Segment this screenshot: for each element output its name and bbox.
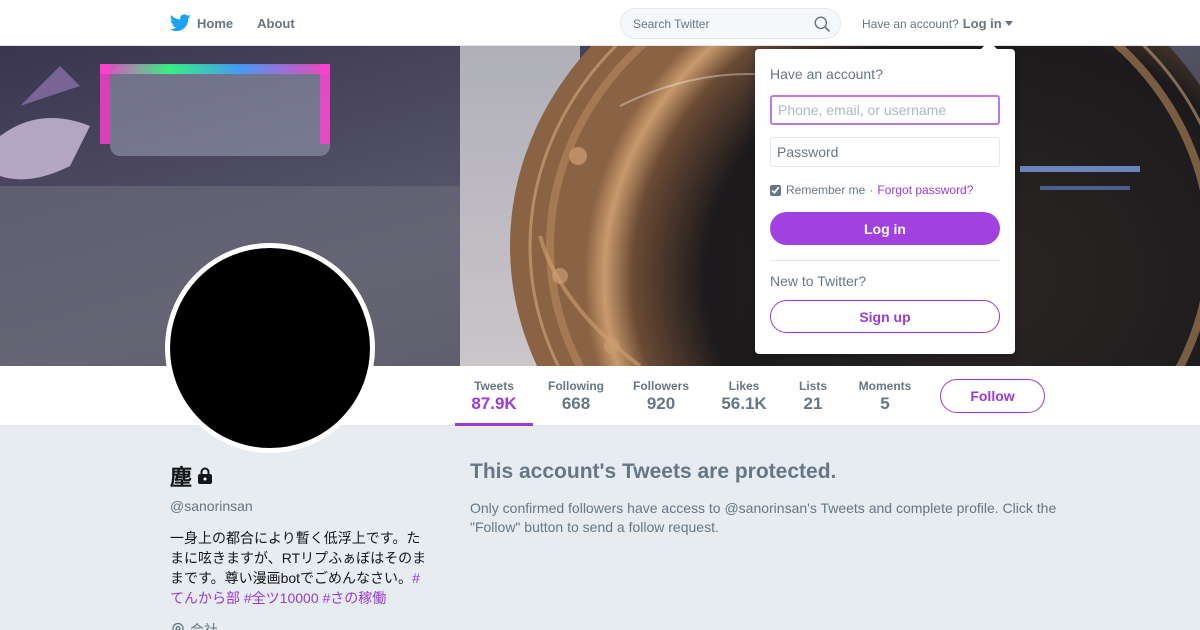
location-row: 会社 xyxy=(170,620,432,630)
remember-row: Remember me · Forgot password? xyxy=(770,183,973,197)
new-to-twitter-label: New to Twitter? xyxy=(770,273,867,289)
login-button[interactable]: Log in xyxy=(770,212,1000,245)
stat-lists[interactable]: Lists 21 xyxy=(792,366,834,426)
nav-home-link[interactable]: Home xyxy=(170,14,233,32)
protected-message: Only confirmed followers have access to … xyxy=(470,500,1057,535)
stat-value: 920 xyxy=(646,394,676,413)
login-menu-link[interactable]: Log in xyxy=(963,16,1013,31)
signup-button[interactable]: Sign up xyxy=(770,300,1000,333)
have-account-label: Have an account? xyxy=(862,16,959,31)
remember-checkbox[interactable] xyxy=(770,184,781,196)
profile-card: 塵 @sanorinsan 一身上の都合により暫く低浮上です。たまに呟きますが、… xyxy=(170,460,432,630)
stat-value: 5 xyxy=(880,394,890,413)
login-menu-label: Log in xyxy=(962,16,1002,31)
stat-value: 21 xyxy=(803,394,823,413)
location-pin-icon xyxy=(172,622,184,630)
username-field[interactable] xyxy=(770,95,1000,125)
protected-heading: This account's Tweets are protected. xyxy=(470,460,837,483)
stat-moments[interactable]: Moments 5 xyxy=(855,366,915,426)
lock-icon xyxy=(198,467,213,484)
stat-likes[interactable]: Likes 56.1K xyxy=(714,366,774,426)
login-dropdown: Have an account? Remember me · Forgot pa… xyxy=(755,41,1015,354)
hashtag-link[interactable]: #さの稼働 xyxy=(323,590,387,606)
stat-label: Tweets xyxy=(474,379,514,393)
nav-about-link[interactable]: About xyxy=(257,16,295,31)
search-box[interactable] xyxy=(620,8,841,39)
stat-value: 668 xyxy=(561,394,591,413)
search-input[interactable] xyxy=(633,16,814,31)
password-field[interactable] xyxy=(770,137,1000,167)
hashtag-link[interactable]: #全ツ10000 xyxy=(244,590,319,606)
remember-label: Remember me xyxy=(786,183,866,197)
forgot-password-link[interactable]: Forgot password? xyxy=(877,183,973,197)
separator-dot: · xyxy=(869,183,874,197)
caret-down-icon xyxy=(1004,21,1013,26)
nav-about-label: About xyxy=(257,15,295,31)
display-name-row: 塵 xyxy=(170,460,432,492)
stat-label: Lists xyxy=(798,379,827,393)
stat-following[interactable]: Following 668 xyxy=(545,366,607,426)
stat-tweets[interactable]: Tweets 87.9K xyxy=(455,366,533,426)
display-name[interactable]: 塵 xyxy=(170,460,192,492)
bio-text: 一身上の都合により暫く低浮上です。たまに呟きますが、RTリプふぁぼはそのままです… xyxy=(170,530,427,586)
stat-label: Followers xyxy=(632,379,689,393)
twitter-bird-icon xyxy=(170,14,191,32)
nav-left: Home About xyxy=(170,0,319,46)
dropdown-title: Have an account? xyxy=(770,66,883,82)
nav-home-label: Home xyxy=(197,15,234,31)
screen-name[interactable]: @sanorinsan xyxy=(170,498,432,514)
stat-label: Likes xyxy=(728,379,760,393)
location-text: 会社 xyxy=(190,622,218,630)
stat-label: Moments xyxy=(858,379,912,393)
stat-value: 87.9K xyxy=(471,394,517,413)
divider xyxy=(770,260,1000,261)
avatar[interactable] xyxy=(165,243,375,453)
have-account-area: Have an account? Log in xyxy=(862,16,1013,31)
stat-value: 56.1K xyxy=(721,394,767,413)
search-icon[interactable] xyxy=(814,16,830,32)
stat-followers[interactable]: Followers 920 xyxy=(630,366,692,426)
stat-label: Following xyxy=(548,379,604,393)
follow-button[interactable]: Follow xyxy=(940,379,1045,413)
top-nav-bar: Home About Have an account? Log in xyxy=(0,0,1200,46)
protected-notice: This account's Tweets are protected. Onl… xyxy=(470,460,1060,537)
bio: 一身上の都合により暫く低浮上です。たまに呟きますが、RTリプふぁぼはそのままです… xyxy=(170,528,432,608)
